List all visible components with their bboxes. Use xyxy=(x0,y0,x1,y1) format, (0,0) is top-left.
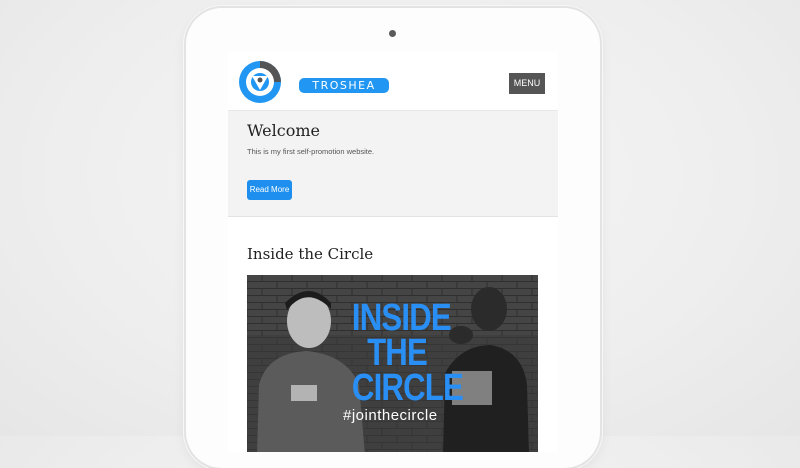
section-title: Inside the Circle xyxy=(247,245,374,263)
brand-name[interactable]: TROSHEA xyxy=(299,78,389,93)
site-header: TROSHEA MENU xyxy=(228,52,558,111)
read-more-button[interactable]: Read More xyxy=(247,180,292,200)
website-screen: TROSHEA MENU Welcome This is my first se… xyxy=(228,52,558,452)
menu-button[interactable]: MENU xyxy=(509,73,545,94)
camera-dot xyxy=(389,30,396,37)
welcome-text: This is my first self-promotion website. xyxy=(247,147,375,156)
troshea-logo-icon[interactable] xyxy=(237,59,283,105)
inside-the-circle-section: Inside the Circle INSIDE THE CIRCLE #joi… xyxy=(228,217,558,452)
tablet-frame: TROSHEA MENU Welcome This is my first se… xyxy=(186,8,600,468)
welcome-title: Welcome xyxy=(247,121,320,140)
headline-line-3: CIRCLE xyxy=(351,367,464,409)
image-hashtag: #jointhecircle xyxy=(343,407,438,424)
inside-the-circle-image[interactable]: INSIDE THE CIRCLE #jointhecircle xyxy=(247,275,538,452)
image-headline: INSIDE THE CIRCLE xyxy=(352,299,464,407)
welcome-hero: Welcome This is my first self-promotion … xyxy=(228,111,558,217)
